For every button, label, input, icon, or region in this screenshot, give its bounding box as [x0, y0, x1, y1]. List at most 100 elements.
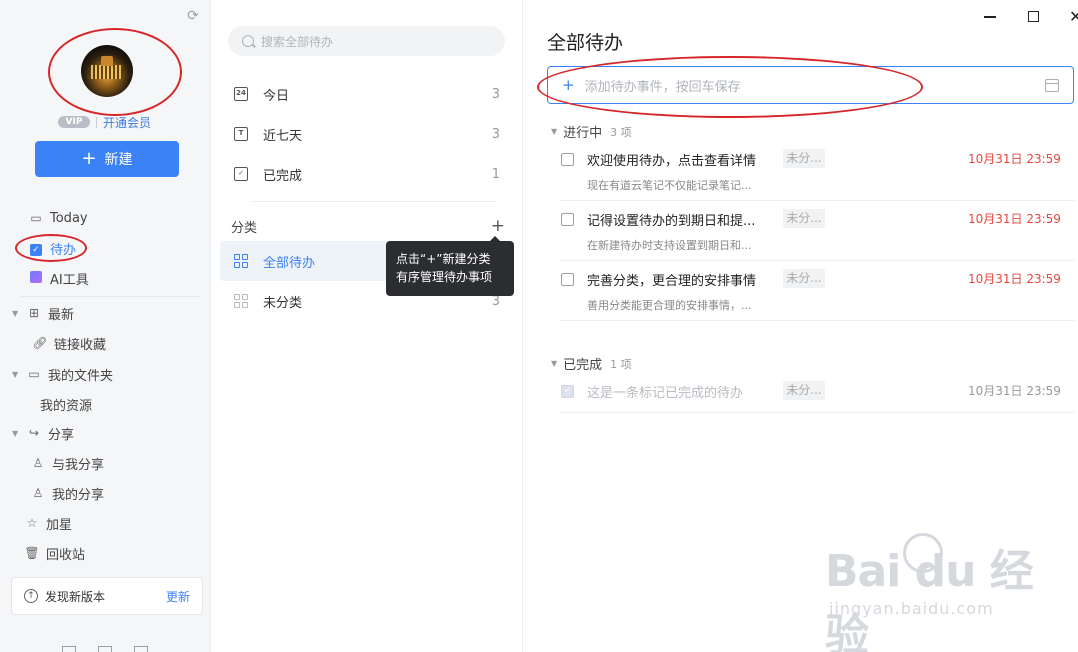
trash-icon: 🗑︎ — [24, 546, 40, 560]
open-vip-link[interactable]: 开通会员 — [103, 114, 151, 131]
sidebar-item-my-folders[interactable]: ▼ ▭ 我的文件夹 — [0, 359, 211, 389]
category-label: 全部待办 — [263, 255, 316, 271]
sidebar-item-label: 我的分享 — [52, 487, 105, 503]
calendar-24-icon: 24 — [234, 87, 248, 101]
tooltip-line: 有序管理待办事项 — [396, 270, 493, 284]
avatar[interactable] — [81, 45, 133, 97]
calendar-icon[interactable] — [1045, 78, 1059, 92]
list-view-icon[interactable] — [62, 646, 76, 652]
sidebar-item-ai-tools[interactable]: AI工具 — [0, 263, 211, 293]
list-count: 3 — [491, 126, 500, 142]
sidebar-item-label: 我的资源 — [40, 398, 93, 414]
todo-checkbox[interactable] — [561, 273, 574, 286]
todo-description: 现在有道云笔记不仅能记录笔记... — [587, 179, 752, 192]
update-text: 发现新版本 — [45, 589, 106, 604]
page-title: 全部待办 — [547, 32, 624, 54]
sidebar-item-label: 我的文件夹 — [48, 368, 114, 384]
update-link[interactable]: 更新 — [166, 588, 190, 605]
sidebar-item-label: 加星 — [46, 517, 73, 533]
search-placeholder: 搜索全部待办 — [261, 34, 334, 49]
arrow-up-circle-icon: ↑ — [24, 589, 38, 603]
todo-description: 善用分类能更合理的安排事情，... — [587, 299, 752, 312]
summary-view-icon[interactable] — [134, 646, 148, 652]
sidebar-item-label: 最新 — [48, 307, 75, 323]
sidebar-item-recent[interactable]: ▼ ⊞ 最新 — [0, 298, 211, 328]
card-view-icon[interactable] — [98, 646, 112, 652]
list-item-next-7-days[interactable]: T 近七天 3 — [220, 114, 514, 154]
new-button[interactable]: + 新建 — [35, 141, 179, 177]
add-category-icon[interactable]: + — [491, 216, 505, 236]
caret-down-icon[interactable]: ▼ — [12, 370, 22, 379]
todo-checkbox[interactable] — [561, 153, 574, 166]
add-todo-input[interactable]: + 添加待办事件，按回车保存 — [547, 66, 1074, 104]
grid-icon: ⊞ — [28, 306, 40, 320]
minimize-button[interactable] — [984, 16, 996, 18]
add-category-tooltip: 点击“+”新建分类 有序管理待办事项 — [386, 236, 514, 296]
list-item-today[interactable]: 24 今日 3 — [220, 74, 514, 114]
list-label: 今日 — [263, 88, 290, 104]
user-icon: ♙ — [32, 486, 44, 500]
list-label: 已完成 — [263, 168, 303, 184]
category-tag[interactable]: 未分... — [783, 269, 825, 288]
caret-down-icon[interactable]: ▼ — [12, 429, 22, 438]
todo-item[interactable]: 欢迎使用待办，点击查看详情 未分... 10月31日 23:59 现在有道云笔记… — [559, 141, 1075, 201]
maximize-button[interactable] — [1028, 11, 1039, 22]
sidebar-item-label: 链接收藏 — [54, 337, 107, 353]
sidebar-item-todo[interactable]: ✓ 待办 — [0, 233, 211, 263]
category-tag[interactable]: 未分... — [783, 209, 825, 228]
sidebar: ⟳ VIP 开通会员 + 新建 ▭ Today ✓ 待办 AI工具 ▼ ⊞ 最新… — [0, 0, 211, 652]
sidebar-item-my-resources[interactable]: 我的资源 — [0, 389, 211, 419]
divider — [251, 201, 497, 202]
plus-icon: + — [562, 76, 575, 94]
todo-item-completed[interactable]: ✓ 这是一条标记已完成的待办 未分... 10月31日 23:59 — [559, 373, 1075, 413]
list-count: 1 — [491, 166, 500, 182]
todo-item[interactable]: 完善分类，更合理的安排事情 未分... 10月31日 23:59 善用分类能更合… — [559, 261, 1075, 321]
sidebar-item-share[interactable]: ▼ ↪ 分享 — [0, 418, 211, 448]
update-card[interactable]: ↑ 发现新版本 更新 — [11, 577, 203, 615]
sidebar-item-label: 分享 — [48, 427, 75, 443]
ai-icon — [28, 270, 44, 286]
sync-icon[interactable]: ⟳ — [185, 8, 201, 24]
todo-title: 欢迎使用待办，点击查看详情 — [587, 154, 757, 169]
grid-icon — [234, 254, 248, 268]
sidebar-item-today[interactable]: ▭ Today — [0, 203, 211, 233]
sidebar-item-links[interactable]: 🔗︎ 链接收藏 — [0, 328, 211, 358]
calendar-icon: ▭ — [30, 211, 42, 225]
group-name: 进行中 — [563, 126, 603, 141]
star-icon: ☆ — [26, 516, 38, 530]
add-todo-placeholder: 添加待办事件，按回车保存 — [584, 79, 741, 95]
sidebar-item-label: 回收站 — [46, 547, 86, 563]
caret-down-icon[interactable]: ▼ — [12, 309, 22, 318]
category-header-label: 分类 — [231, 220, 258, 236]
sidebar-item-starred[interactable]: ☆ 加星 — [0, 508, 211, 538]
category-tag[interactable]: 未分... — [783, 149, 825, 168]
plus-icon: + — [81, 148, 97, 169]
share-icon: ↪ — [28, 426, 40, 440]
todo-title: 记得设置待办的到期日和提... — [587, 214, 756, 229]
tooltip-line: 点击“+”新建分类 — [396, 252, 491, 266]
divider — [20, 296, 200, 297]
view-switcher — [62, 646, 148, 652]
category-header: 分类 + — [231, 216, 505, 236]
todo-check-icon: ✓ — [28, 241, 44, 256]
search-input[interactable]: 搜索全部待办 — [228, 26, 505, 56]
todo-item[interactable]: 记得设置待办的到期日和提... 未分... 10月31日 23:59 在新建待办… — [559, 201, 1075, 261]
group-in-progress[interactable]: ▼ 进行中 3 项 — [551, 122, 632, 142]
todo-checkbox[interactable] — [561, 213, 574, 226]
category-tag[interactable]: 未分... — [783, 381, 825, 400]
todo-detail-panel: ✕ 全部待办 + 添加待办事件，按回车保存 ▼ 进行中 3 项 欢迎使用待办，点… — [523, 0, 1078, 652]
sidebar-item-trash[interactable]: 🗑︎ 回收站 — [0, 538, 211, 568]
list-item-completed[interactable]: ✓ 已完成 1 — [220, 154, 514, 194]
sidebar-item-my-shares[interactable]: ♙ 我的分享 — [0, 478, 211, 508]
group-completed[interactable]: ▼ 已完成 1 项 — [551, 354, 632, 374]
close-button[interactable]: ✕ — [1069, 7, 1078, 26]
sidebar-item-label: 与我分享 — [52, 457, 105, 473]
folder-icon: ▭ — [28, 367, 40, 381]
divider — [96, 116, 97, 128]
sidebar-item-shared-with-me[interactable]: ♙ 与我分享 — [0, 448, 211, 478]
caret-down-icon: ▼ — [551, 359, 558, 368]
user-icon: ♙ — [32, 456, 44, 470]
group-name: 已完成 — [563, 358, 603, 373]
vip-row: VIP 开通会员 — [58, 114, 151, 130]
todo-checkbox-checked[interactable]: ✓ — [561, 385, 574, 398]
